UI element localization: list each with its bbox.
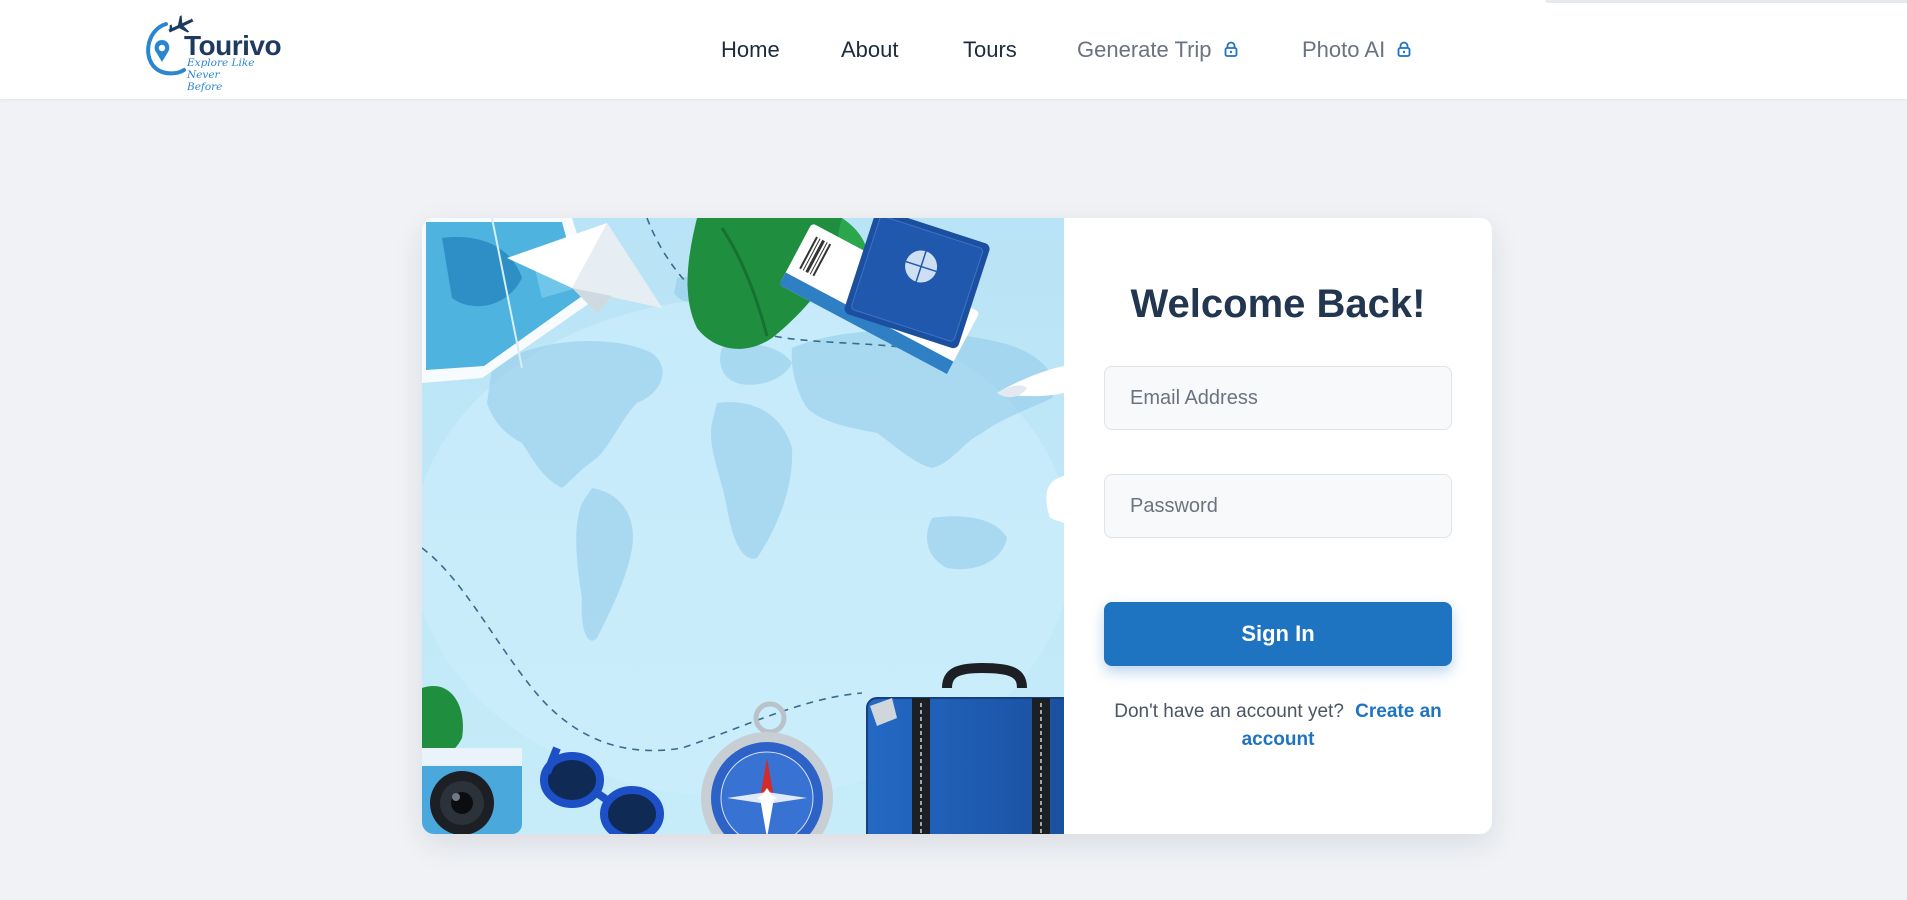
top-navbar: Tourivo Explore Like Never Before Home A…: [0, 0, 1907, 99]
nav-about-link[interactable]: About: [841, 37, 899, 63]
lock-icon: [1397, 37, 1411, 63]
navbar-edge-decoration: [1545, 0, 1907, 3]
brand-logo[interactable]: Tourivo Explore Like Never Before: [144, 12, 294, 93]
nav-generate-trip-link[interactable]: Generate Trip: [1077, 37, 1238, 63]
login-card: Welcome Back! Sign In Don't have an acco…: [422, 218, 1492, 834]
signup-prompt: Don't have an account yet? Create an acc…: [1104, 698, 1452, 754]
travel-hero-illustration: [422, 218, 1064, 834]
camera-icon: [422, 748, 522, 834]
page-title: Welcome Back!: [1130, 282, 1426, 326]
password-field[interactable]: [1104, 474, 1452, 538]
no-account-text: Don't have an account yet?: [1114, 701, 1344, 722]
sign-in-button[interactable]: Sign In: [1104, 602, 1452, 666]
email-field[interactable]: [1104, 366, 1452, 430]
login-form: Welcome Back! Sign In Don't have an acco…: [1064, 218, 1492, 834]
nav-tours-link[interactable]: Tours: [963, 37, 1017, 63]
nav-generate-trip-label: Generate Trip: [1077, 37, 1212, 62]
lock-icon: [1224, 37, 1238, 63]
nav-photo-ai-label: Photo AI: [1302, 37, 1386, 62]
nav-photo-ai-link[interactable]: Photo AI: [1302, 37, 1411, 63]
brand-tagline: Explore Like Never Before: [187, 57, 255, 93]
nav-home-link[interactable]: Home: [721, 37, 780, 63]
